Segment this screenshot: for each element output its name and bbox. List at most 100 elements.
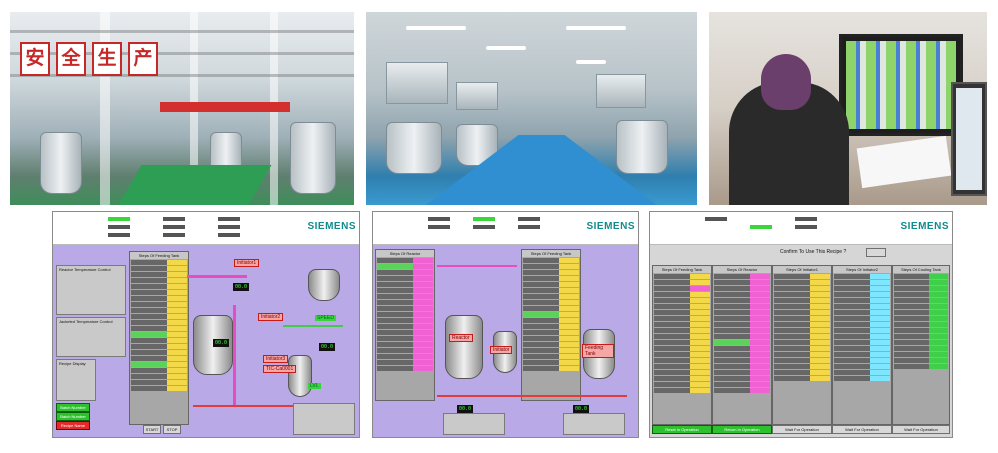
column-title: Steps Of Feeding Tank (653, 266, 711, 273)
ceiling-light (566, 26, 626, 30)
laptop (951, 82, 987, 196)
screen-header: SIEMENS (650, 212, 952, 245)
monitor (839, 34, 963, 136)
tank-tag: Initiator1 (234, 259, 260, 267)
pipe (233, 305, 236, 405)
reactor-tank (386, 122, 442, 174)
recipe-column: Steps Of Initiator2 (832, 265, 892, 425)
siemens-logo: SIEMENS (900, 221, 949, 232)
process-area: Reactor Temperature Control Jacketed Tem… (53, 245, 359, 437)
scada-screen-recipe: SIEMENS Confirm To Use This Recipe ? Ste… (649, 211, 953, 438)
tank-label: Initiator (490, 346, 513, 354)
column-title: Steps Of Cooling Tank (893, 266, 949, 273)
safety-banner: 安 全 生 产 (20, 42, 158, 76)
status-led (795, 225, 817, 229)
operation-panel (443, 413, 505, 435)
siemens-logo: SIEMENS (307, 221, 356, 232)
structural-column (100, 12, 110, 205)
pipe (283, 325, 343, 327)
sequence-table: Steps Of Reactor (375, 249, 435, 401)
recipe-column: Steps Of Feeding Tank (652, 265, 712, 425)
status-led (473, 217, 495, 221)
panel-title: Jacketed Temperature Control (59, 319, 113, 324)
status-led (163, 217, 185, 221)
tank-tag: Initiator2 (258, 313, 284, 321)
level-tag: LVL (308, 383, 321, 389)
status-led (750, 225, 772, 229)
status-box: Wait For Operation (892, 425, 950, 434)
value-display: 00.0 (319, 343, 336, 351)
status-led (518, 217, 540, 221)
recipe-panel: Recipe Display (56, 359, 96, 401)
column-title: Steps Of Initiator2 (833, 266, 891, 273)
status-led (218, 233, 240, 237)
pipe (437, 395, 627, 397)
exhaust-hood (596, 74, 646, 108)
banner-char: 生 (92, 42, 122, 76)
banner-char: 产 (128, 42, 158, 76)
sequence-title: Steps Of Reactor (376, 250, 434, 257)
factory-hall-photo: 安 全 生 产 (10, 12, 354, 205)
banner-char: 安 (20, 42, 50, 76)
status-led (518, 225, 540, 229)
exhaust-hood (456, 82, 498, 110)
initiator-tank (288, 355, 312, 397)
process-area: Steps Of Reactor Steps Of Feeding Tank R… (373, 245, 638, 437)
operator-head (761, 54, 811, 110)
status-led (218, 225, 240, 229)
batch-button[interactable]: Batch Number (56, 403, 90, 412)
scada-screen-feeding: SIEMENS Reactor Temperature Control Jack… (52, 211, 360, 438)
reactor-tank (40, 132, 82, 194)
jacket-panel: Jacketed Temperature Control (56, 317, 126, 357)
stop-button[interactable]: STOP (163, 425, 181, 434)
column-title: Steps Of Reactor (713, 266, 771, 273)
pipe (437, 265, 517, 267)
status-led (428, 225, 450, 229)
sequence-table: Steps Of Feeding Tank (129, 251, 189, 425)
operation-panel (563, 413, 625, 435)
ceiling-light (406, 26, 466, 30)
sequence-table: Steps Of Feeding Tank (521, 249, 581, 401)
controller-tag: TIC-Ca0001 (263, 365, 297, 373)
scada-screen-reactor: SIEMENS Steps Of Reactor Steps Of Feedin… (372, 211, 639, 438)
reactor-tank (290, 122, 336, 194)
status-led (795, 217, 817, 221)
status-led (163, 225, 185, 229)
status-box: Wait For Operation (832, 425, 892, 434)
panel-title: Reactor Temperature Control (59, 267, 111, 272)
speed-tag: SPEED (315, 315, 336, 321)
column-title: Steps Of Initiator1 (773, 266, 831, 273)
tank-label: Reactor (449, 334, 473, 342)
siemens-logo: SIEMENS (586, 221, 635, 232)
banner-char: 全 (56, 42, 86, 76)
green-floor (118, 165, 272, 205)
operator-photo (709, 12, 987, 205)
start-button[interactable]: START (143, 425, 161, 434)
tank-tag: Initiator3 (263, 355, 289, 363)
value-display: 00.0 (213, 339, 230, 347)
temperature-panel: Reactor Temperature Control (56, 265, 126, 315)
status-led (108, 217, 130, 221)
status-led (108, 225, 130, 229)
confirm-text: Confirm To Use This Recipe ? (780, 249, 847, 255)
exhaust-hood (386, 62, 448, 104)
clean-room-photo (366, 12, 697, 205)
feeding-tank: Feeding Tank (582, 329, 615, 379)
ceiling-light (486, 46, 526, 50)
panel-title: Recipe Display (59, 361, 86, 366)
status-led (108, 233, 130, 237)
confirm-button[interactable] (866, 248, 886, 257)
screen-header: SIEMENS (53, 212, 359, 245)
value-display: 00.0 (233, 283, 250, 291)
ceiling-beam (10, 30, 354, 33)
status-box: Wait For Operation (772, 425, 832, 434)
batch-button[interactable]: Batch Number (56, 412, 90, 421)
operation-panel (293, 403, 355, 435)
ceiling-light (576, 60, 606, 64)
pipe (187, 275, 247, 278)
dosing-tank (308, 269, 340, 301)
status-led (705, 217, 727, 221)
recipe-name-button[interactable]: Recipe Name (56, 421, 90, 430)
value-display: 00.0 (457, 405, 474, 413)
sequence-title: Steps Of Feeding Tank (522, 250, 580, 257)
